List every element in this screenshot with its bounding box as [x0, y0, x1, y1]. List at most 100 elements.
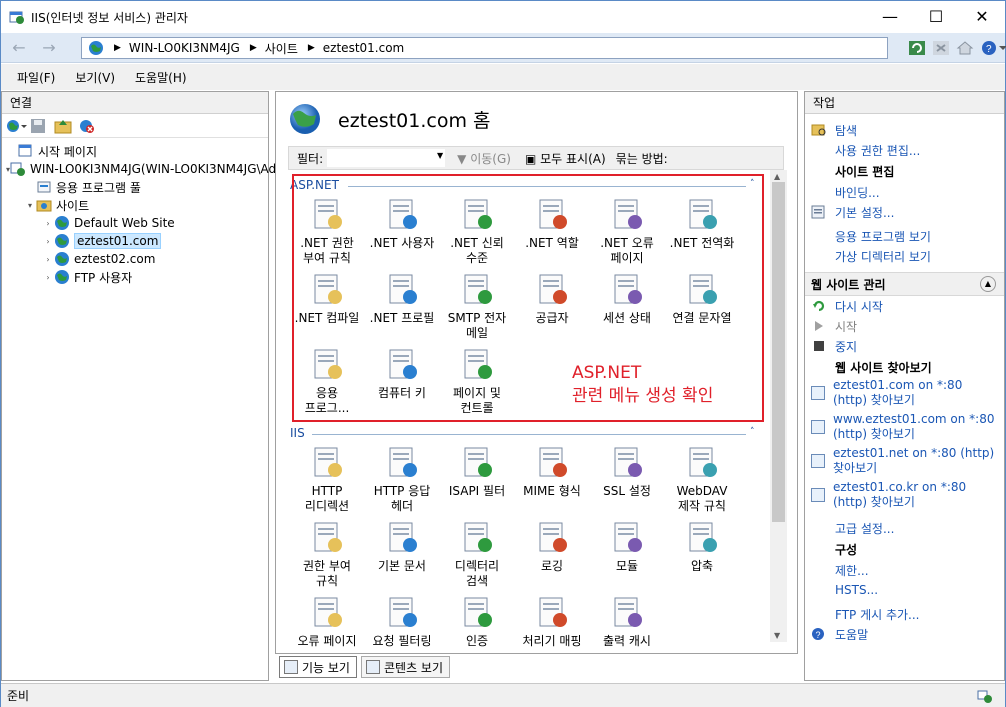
- home-icon[interactable]: [955, 38, 975, 58]
- browse-link[interactable]: eztest01.co.kr on *:80 (http) 찾아보기: [805, 480, 1004, 510]
- annotation-line-2: 관련 메뉴 생성 확인: [572, 386, 714, 406]
- refresh-icon[interactable]: [907, 38, 927, 58]
- show-all-button[interactable]: ▣ 모두 표시(A): [525, 150, 606, 167]
- start-icon: [811, 319, 827, 333]
- action-link-label: 바인딩...: [835, 185, 880, 200]
- close-button[interactable]: ✕: [959, 1, 1005, 31]
- browse-link[interactable]: eztest01.net on *:80 (http) 찾아보기: [805, 446, 1004, 476]
- iis-feature-item[interactable]: 출력 캐시: [588, 594, 666, 649]
- scroll-down-icon[interactable]: ▼: [774, 631, 780, 640]
- feature-icon: [534, 594, 570, 630]
- blank-icon: [811, 249, 827, 263]
- iis-feature-item[interactable]: HTTP 리디렉션: [288, 444, 366, 514]
- start-page-icon: [18, 143, 34, 159]
- feature-icon: [384, 594, 420, 630]
- iis-feature-item[interactable]: 처리기 매핑: [513, 594, 591, 649]
- action-link[interactable]: 탐색: [805, 120, 1004, 140]
- connect-icon[interactable]: [6, 118, 27, 134]
- address-segment-sites[interactable]: 사이트: [265, 40, 298, 57]
- tree-item[interactable]: ▾ 사이트: [2, 196, 268, 214]
- filter-input[interactable]: ▼: [327, 149, 446, 167]
- iis-feature-item[interactable]: WebDAV 제작 규칙: [663, 444, 741, 514]
- iis-feature-item[interactable]: 디렉터리 검색: [438, 519, 516, 589]
- feature-icon: [384, 519, 420, 555]
- stop-icon[interactable]: [931, 38, 951, 58]
- collapse-panel-icon[interactable]: ▲: [980, 276, 996, 292]
- features-scrollbar[interactable]: ▲ ▼: [770, 170, 787, 642]
- action-link-label: HSTS...: [835, 583, 879, 597]
- tab-content-view[interactable]: 콘텐츠 보기: [360, 656, 450, 678]
- browse-link[interactable]: www.eztest01.com on *:80 (http) 찾아보기: [805, 412, 1004, 442]
- iis-feature-item[interactable]: 인증: [438, 594, 516, 649]
- menu-view[interactable]: 보기(V): [75, 69, 115, 86]
- minimize-button[interactable]: —: [867, 1, 913, 31]
- iis-feature-item[interactable]: 모듈: [588, 519, 666, 574]
- iis-feature-item[interactable]: 기본 문서: [363, 519, 441, 574]
- action-link[interactable]: ? 도움말: [805, 624, 1004, 644]
- blank-icon: [811, 607, 827, 621]
- iis-feature-item[interactable]: HTTP 응답 헤더: [363, 444, 441, 514]
- action-link[interactable]: FTP 게시 추가...: [805, 604, 1004, 624]
- address-separator: ▶: [114, 43, 121, 53]
- tree-item[interactable]: 시작 페이지: [2, 142, 268, 160]
- back-button[interactable]: ←: [7, 37, 31, 59]
- action-link[interactable]: 고급 설정...: [805, 518, 1004, 538]
- iis-feature-item[interactable]: 압축: [663, 519, 741, 574]
- action-link[interactable]: 다시 시작: [805, 296, 1004, 316]
- edit-site-section: 사이트 편집: [805, 160, 1004, 182]
- action-link[interactable]: 바인딩...: [805, 182, 1004, 202]
- action-link[interactable]: 가상 디렉터리 보기: [805, 246, 1004, 266]
- forward-button[interactable]: →: [37, 37, 61, 59]
- actions-pane: 작업 탐색 사용 권한 편집... 사이트 편집 바인딩... 기본 설정... 응용 프…: [804, 91, 1005, 681]
- tab-features-view[interactable]: 기능 보기: [279, 656, 357, 678]
- collapse-arrow-icon[interactable]: ▾: [24, 201, 36, 210]
- iis-feature-item[interactable]: ISAPI 필터: [438, 444, 516, 499]
- action-link[interactable]: 시작: [805, 316, 1004, 336]
- scroll-up-icon[interactable]: ▲: [774, 172, 780, 181]
- tree-item[interactable]: › FTP 사용자: [2, 268, 268, 286]
- tree-item[interactable]: 응용 프로그램 풀: [2, 178, 268, 196]
- iis-feature-item[interactable]: 로깅: [513, 519, 591, 574]
- action-link[interactable]: 중지: [805, 336, 1004, 356]
- site-globe-icon: [290, 104, 320, 134]
- tree-item[interactable]: › eztest02.com: [2, 250, 268, 268]
- address-segment-server[interactable]: WIN-LO0KI3NM4JG: [129, 41, 240, 55]
- maximize-button[interactable]: ☐: [913, 1, 959, 31]
- action-link[interactable]: HSTS...: [805, 580, 1004, 600]
- up-level-icon[interactable]: [54, 118, 72, 134]
- action-link-label: FTP 게시 추가...: [835, 607, 920, 622]
- group-by-label[interactable]: 묶는 방법:: [616, 150, 668, 167]
- save-icon[interactable]: [30, 118, 48, 134]
- tree-item[interactable]: › Default Web Site: [2, 214, 268, 232]
- menu-help[interactable]: 도움말(H): [135, 69, 187, 86]
- action-link[interactable]: 제한...: [805, 560, 1004, 580]
- browse-icon: [811, 420, 825, 434]
- expand-arrow-icon[interactable]: ›: [42, 273, 54, 282]
- help-menu-icon[interactable]: ?: [979, 38, 1006, 58]
- tree-item[interactable]: › eztest01.com: [2, 232, 268, 250]
- show-all-label: 모두 표시(A): [540, 151, 606, 166]
- action-link[interactable]: 기본 설정...: [805, 202, 1004, 222]
- iis-feature-item[interactable]: 요청 필터링: [363, 594, 441, 649]
- tree-item[interactable]: ▾ WIN-LO0KI3NM4JG(WIN-LO0KI3NM4JG\Ad: [2, 160, 276, 178]
- action-link-label: 다시 시작: [835, 299, 883, 314]
- iis-feature-item[interactable]: SSL 설정: [588, 444, 666, 499]
- expand-arrow-icon[interactable]: ›: [42, 219, 54, 228]
- expand-arrow-icon[interactable]: ›: [42, 237, 54, 246]
- address-field[interactable]: ▶ WIN-LO0KI3NM4JG ▶ 사이트 ▶ eztest01.com: [81, 37, 888, 59]
- expand-arrow-icon[interactable]: ›: [42, 255, 54, 264]
- iis-feature-item[interactable]: 오류 페이지: [288, 594, 366, 649]
- menu-file[interactable]: 파일(F): [17, 69, 55, 86]
- action-link[interactable]: 사용 권한 편집...: [805, 140, 1004, 160]
- go-button[interactable]: ▼ 이동(G): [457, 150, 511, 167]
- collapse-section-icon[interactable]: ˄: [750, 427, 755, 437]
- iis-feature-item[interactable]: MIME 형식: [513, 444, 591, 499]
- browse-link[interactable]: eztest01.com on *:80 (http) 찾아보기: [805, 378, 1004, 408]
- iis-feature-item[interactable]: 권한 부여 규칙: [288, 519, 366, 589]
- address-segment-site[interactable]: eztest01.com: [323, 41, 404, 55]
- scroll-thumb[interactable]: [772, 182, 785, 522]
- action-link[interactable]: 응용 프로그램 보기: [805, 226, 1004, 246]
- stop-icon: [811, 339, 827, 353]
- disconnect-icon[interactable]: [78, 118, 96, 134]
- svg-text:?: ?: [986, 44, 992, 55]
